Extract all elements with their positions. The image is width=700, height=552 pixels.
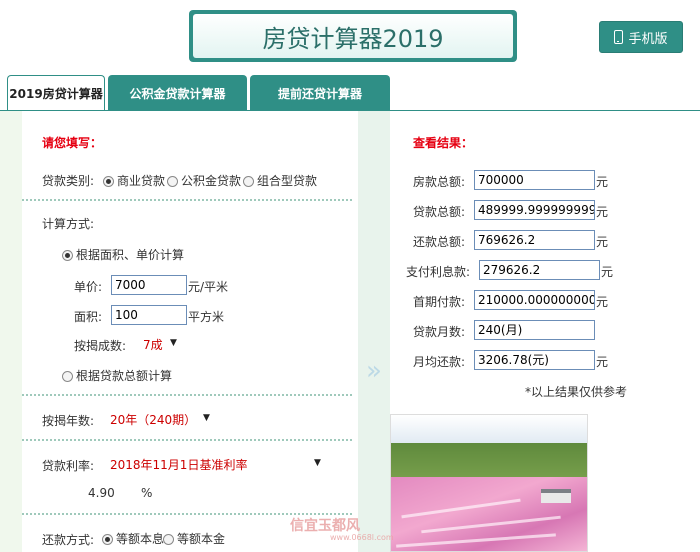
left-gutter: [0, 111, 22, 552]
double-chevron-right-icon: »: [366, 356, 382, 386]
result-label-house-total: 房款总额:: [413, 175, 466, 189]
method-total-option[interactable]: 根据贷款总额计算: [62, 367, 172, 384]
sky: [391, 415, 587, 445]
result-down-payment[interactable]: 210000.00000000006: [474, 290, 595, 310]
mobile-version-label: 手机版: [628, 31, 668, 47]
mortgage-ratio-label: 按揭成数:: [74, 339, 127, 353]
tab-prepayment-calculator[interactable]: 提前还贷计算器: [250, 75, 390, 111]
result-house-total[interactable]: 700000: [474, 170, 595, 190]
result-monthly[interactable]: 3206.78(元): [474, 350, 595, 370]
chevron-down-icon[interactable]: ▼: [203, 413, 210, 423]
result-interest[interactable]: 279626.2: [479, 260, 600, 280]
page-title: 房贷计算器2019: [193, 14, 513, 58]
provident-radio[interactable]: [167, 176, 178, 187]
equal-principal-radio[interactable]: [163, 534, 174, 545]
app-title-box: 房贷计算器2019: [189, 10, 517, 62]
result-label-interest: 支付利息款:: [406, 265, 471, 279]
divider: [22, 394, 352, 396]
chevron-down-icon[interactable]: ▼: [170, 338, 177, 348]
area-unit: 平方米: [188, 310, 225, 324]
equal-installment-radio[interactable]: [102, 534, 113, 545]
divider: [22, 199, 352, 201]
result-label-monthly: 月均还款:: [413, 355, 466, 369]
result-label-repay-total: 还款总额:: [413, 235, 466, 249]
loan-type-commercial[interactable]: 商业贷款: [103, 172, 165, 189]
chevron-down-icon[interactable]: ▼: [314, 458, 321, 468]
mortgage-ratio-select[interactable]: 7成: [143, 336, 163, 353]
loan-type-provident[interactable]: 公积金贷款: [167, 172, 241, 189]
area-label: 面积:: [74, 310, 103, 324]
result-loan-total[interactable]: 489999.99999999994: [474, 200, 595, 220]
rate-value[interactable]: 4.90: [88, 486, 115, 500]
rate-unit: %: [141, 486, 153, 500]
result-unit: 元: [596, 235, 609, 249]
result-unit: 元: [596, 295, 609, 309]
result-months[interactable]: 240(月): [474, 320, 595, 340]
commercial-radio[interactable]: [103, 176, 114, 187]
repay-method-label: 还款方式:: [42, 533, 95, 547]
method-total-radio[interactable]: [62, 371, 73, 382]
results-heading: 查看结果：: [413, 136, 474, 150]
form-heading: 请您填写：: [42, 136, 103, 150]
years-label: 按揭年数:: [42, 414, 95, 428]
rate-select[interactable]: 2018年11月1日基准利率: [110, 456, 247, 473]
result-label-loan-total: 贷款总额:: [413, 205, 466, 219]
tab-mortgage-calculator[interactable]: 2019房贷计算器: [7, 75, 105, 111]
method-area-radio[interactable]: [62, 250, 73, 261]
unit-price-unit: 元/平米: [188, 280, 229, 294]
method-area-option[interactable]: 根据面积、单价计算: [62, 246, 184, 263]
mobile-version-button[interactable]: 手机版: [599, 21, 683, 53]
result-unit: 元: [596, 205, 609, 219]
tab-provident-fund-calculator[interactable]: 公积金贷款计算器: [108, 75, 247, 111]
rate-label: 贷款利率:: [42, 459, 95, 473]
watermark-url: www.0668l.com: [330, 533, 394, 542]
years-select[interactable]: 20年（240期）: [110, 411, 196, 428]
watermark-logo: 信宜玉都风: [290, 518, 360, 534]
loan-type-combined[interactable]: 组合型贷款: [243, 172, 317, 189]
result-unit: 元: [601, 265, 614, 279]
results-note: *以上结果仅供参考: [525, 385, 628, 399]
unit-price-input[interactable]: 7000: [111, 275, 187, 295]
calc-method-label: 计算方式:: [42, 217, 95, 231]
phone-icon: [614, 30, 624, 44]
combined-radio[interactable]: [243, 176, 254, 187]
result-unit: 元: [596, 175, 609, 189]
unit-price-label: 单价:: [74, 280, 103, 294]
result-repay-total[interactable]: 769626.2: [474, 230, 595, 250]
loan-type-label: 贷款类别:: [42, 174, 95, 188]
repay-equal-principal[interactable]: 等额本金: [163, 530, 225, 547]
repay-equal-installment[interactable]: 等额本息: [102, 530, 164, 547]
landscape-image: [390, 414, 588, 552]
house: [541, 489, 571, 503]
divider: [22, 439, 352, 441]
result-label-months: 贷款月数:: [413, 325, 466, 339]
result-label-down-payment: 首期付款:: [413, 295, 466, 309]
panel-separator: [358, 111, 390, 552]
area-input[interactable]: 100: [111, 305, 187, 325]
result-unit: 元: [596, 355, 609, 369]
